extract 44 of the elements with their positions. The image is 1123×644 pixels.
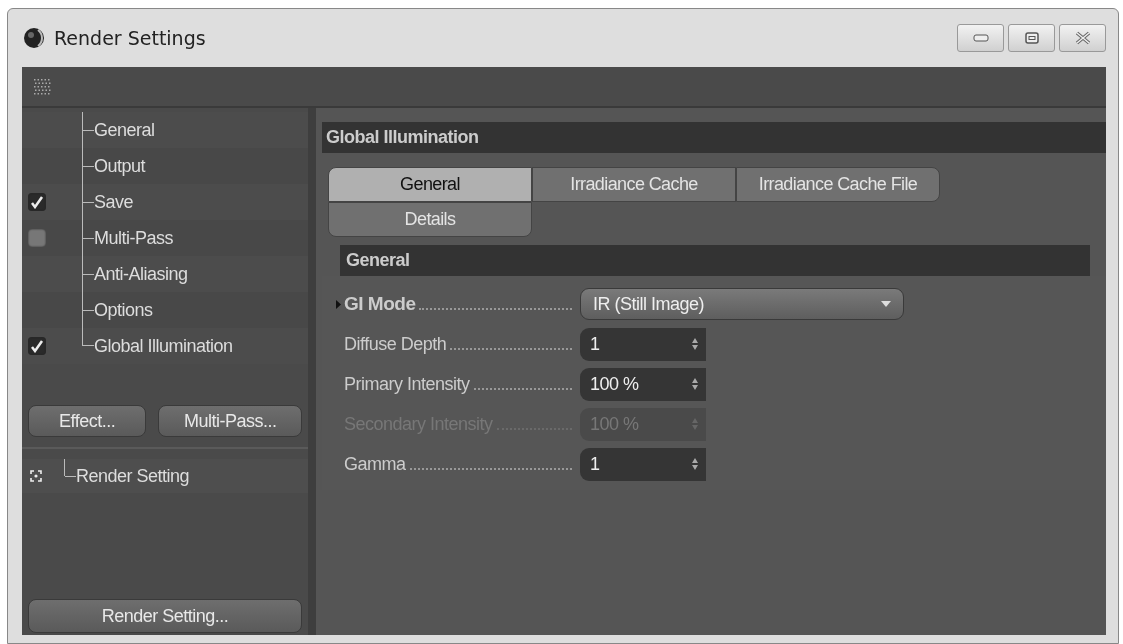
focus-icon[interactable] [30,470,42,482]
tree-button[interactable]: Effect... [28,405,147,437]
checkbox[interactable] [28,193,46,211]
close-icon [1074,31,1091,45]
group-title: General [340,245,1090,276]
tab[interactable]: Irradiance Cache File [736,167,940,202]
tab[interactable]: General [328,167,532,202]
close-button[interactable] [1059,24,1106,52]
grip-icon[interactable] [32,76,52,97]
tree-line [64,459,76,476]
dropdown-arrow-icon [881,301,891,307]
tree-item[interactable]: Save [94,191,134,213]
tree-button[interactable]: Multi-Pass... [158,405,302,437]
window-title: Render Settings [54,27,207,49]
minimize-icon [972,34,989,42]
spinner-arrows-icon [692,378,698,390]
sphere-icon [22,26,46,50]
checkbox[interactable] [28,229,46,247]
tab[interactable]: Details [328,202,532,237]
render-setting-button[interactable]: Render Setting... [28,599,302,633]
section-title: Global Illumination [322,122,1106,153]
spinner-arrows-icon [692,458,698,470]
number-field[interactable]: 100 % [580,367,706,401]
maximize-button[interactable] [1008,24,1055,52]
tree-item[interactable]: General [94,119,155,141]
checkbox[interactable] [28,337,46,355]
tree-item[interactable]: Options [94,299,153,321]
expand-arrow-icon[interactable] [336,299,341,309]
parameter-label: Primary Intensity [344,373,470,395]
tree-item[interactable]: Anti-Aliasing [94,263,188,285]
minimize-button[interactable] [957,24,1004,52]
tree-item[interactable]: Multi-Pass [94,227,173,249]
tree-item[interactable]: Global Illumination [94,335,233,357]
tab[interactable]: Irradiance Cache [532,167,736,202]
number-field[interactable]: 1 [580,327,706,361]
parameter-label: GI Mode [344,293,416,315]
tree-item[interactable]: Output [94,155,146,177]
parameter-label: Diffuse Depth [344,333,447,355]
maximize-icon [1024,32,1039,44]
mode-dropdown[interactable]: IR (Still Image) [580,288,904,320]
parameter-label: Gamma [344,453,406,475]
spinner-arrows-icon [692,338,698,350]
number-field[interactable]: 1 [580,447,706,481]
spinner-arrows-icon [692,418,698,430]
